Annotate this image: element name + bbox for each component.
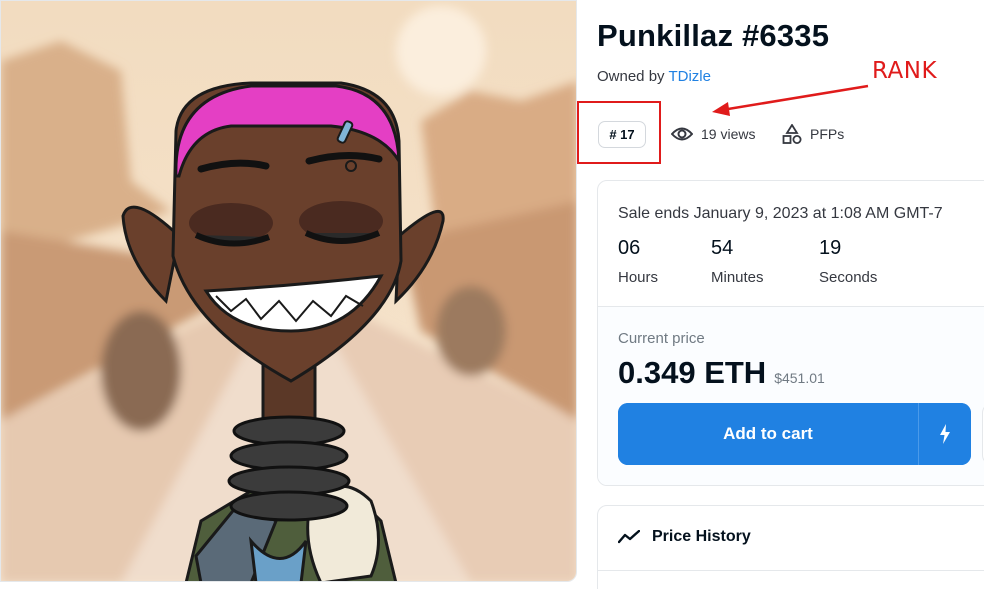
category-link[interactable]: PFPs bbox=[782, 122, 844, 146]
countdown-seconds-value: 19 bbox=[819, 237, 842, 259]
buy-now-button[interactable] bbox=[919, 403, 971, 465]
price-usd: $451.01 bbox=[774, 370, 825, 386]
price-history-title: Price History bbox=[652, 528, 751, 545]
price-row: 0.349 ETH $451.01 bbox=[618, 355, 825, 391]
countdown-minutes-unit: Minutes bbox=[711, 269, 764, 286]
owner-line: Owned by TDizle bbox=[597, 68, 711, 85]
shapes-icon bbox=[782, 124, 802, 144]
countdown-hours: 06 Hours bbox=[618, 237, 658, 286]
category-label: PFPs bbox=[810, 126, 845, 142]
price-history-divider bbox=[598, 570, 984, 571]
nft-image[interactable] bbox=[0, 0, 577, 582]
countdown-seconds-unit: Seconds bbox=[819, 269, 878, 286]
countdown-seconds: 19 Seconds bbox=[819, 237, 877, 286]
eye-icon bbox=[671, 127, 693, 141]
annotation-arrow-icon bbox=[712, 84, 869, 116]
views-label: 19 views bbox=[701, 126, 756, 142]
purchase-button-group: Add to cart bbox=[618, 403, 971, 465]
add-to-cart-button[interactable]: Add to cart bbox=[618, 403, 918, 465]
trending-line-icon bbox=[618, 530, 640, 544]
rank-annotation-label: RANK bbox=[872, 58, 938, 84]
price-history-header[interactable]: Price History bbox=[618, 528, 751, 546]
views-count: 19 views bbox=[671, 122, 755, 146]
sale-card: Sale ends January 9, 2023 at 1:08 AM GMT… bbox=[597, 180, 984, 486]
countdown-minutes: 54 Minutes bbox=[711, 237, 764, 286]
countdown-hours-unit: Hours bbox=[618, 269, 659, 286]
owned-by-label: Owned by bbox=[597, 68, 665, 85]
current-price-label: Current price bbox=[618, 330, 705, 347]
sale-ends-text: Sale ends January 9, 2023 at 1:08 AM GMT… bbox=[618, 205, 943, 222]
countdown-minutes-value: 54 bbox=[711, 237, 734, 259]
price-eth: 0.349 ETH bbox=[618, 355, 767, 390]
rank-badge[interactable]: # 17 bbox=[598, 121, 646, 148]
countdown-hours-value: 06 bbox=[618, 237, 641, 259]
item-title: Punkillaz #6335 bbox=[597, 18, 830, 53]
lightning-icon bbox=[940, 424, 950, 444]
price-history-panel[interactable]: Price History bbox=[597, 505, 984, 589]
